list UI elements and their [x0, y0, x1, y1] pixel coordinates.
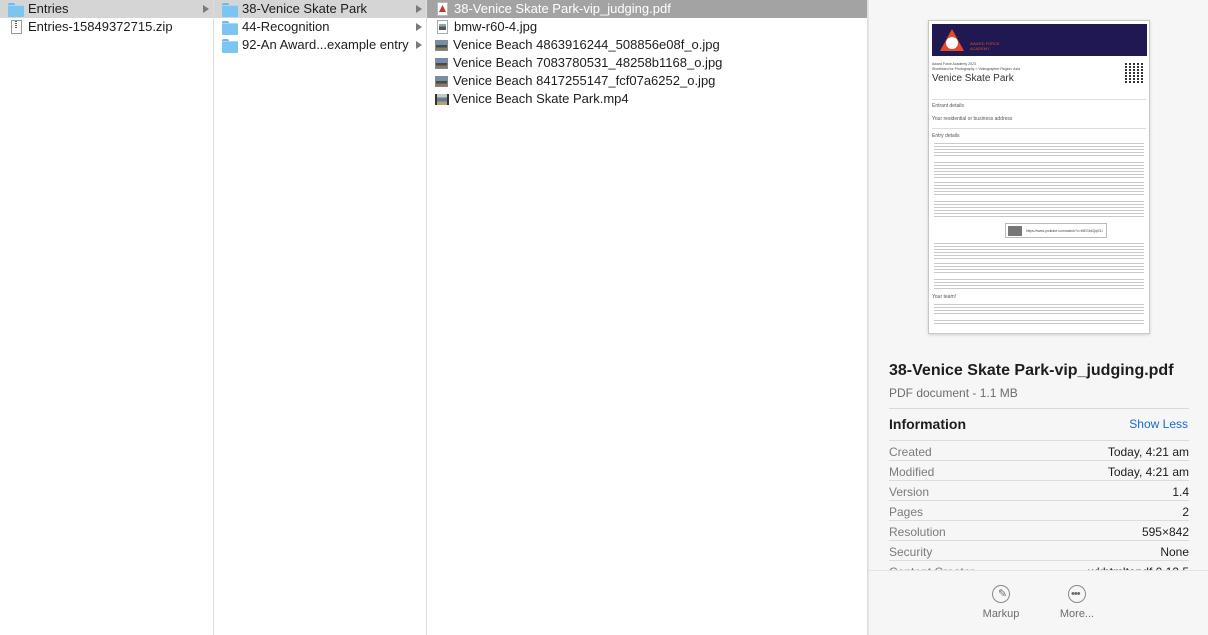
file-title: 38-Venice Skate Park-vip_judging.pdf: [889, 362, 1174, 379]
file-subtitle: PDF document - 1.1 MB: [889, 386, 1018, 400]
markup-button[interactable]: ✎ Markup: [971, 585, 1031, 620]
column-root: Entries Entries-15849372715.zip: [0, 0, 214, 635]
logo-inner: [946, 37, 958, 49]
thumbnail-divider: [932, 128, 1146, 129]
thumbnail-address-label: Your residential or business address: [932, 116, 1013, 122]
image-thumbnail-icon: [435, 57, 448, 69]
meta-key: Resolution: [889, 525, 946, 539]
jpg-file-icon: [437, 20, 448, 34]
thumbnail-text-block: [934, 304, 1144, 316]
meta-key: Version: [889, 485, 930, 499]
thumbnail-doc-title: Venice Skate Park: [932, 73, 1014, 84]
row-recognition-folder[interactable]: 44-Recognition: [214, 18, 426, 36]
zip-file-icon: [11, 20, 22, 34]
row-award-example-folder[interactable]: 92-An Award...example entry: [214, 36, 426, 54]
column-entries: 38-Venice Skate Park 44-Recognition 92-A…: [214, 0, 427, 635]
thumbnail-brand: AWARD FORCE ACADEMY: [970, 41, 1000, 51]
meta-value: Today, 4:21 am: [1107, 465, 1189, 479]
thumbnail-text-block: [934, 143, 1144, 157]
row-label: 38-Venice Skate Park: [242, 1, 368, 16]
row-image-file[interactable]: Venice Beach 7083780531_48258b1168_o.jpg: [427, 54, 867, 72]
divider: [889, 408, 1189, 409]
thumbnail-text-block: [934, 162, 1144, 178]
pdf-thumbnail[interactable]: AWARD FORCE ACADEMY Award Force Academy …: [928, 20, 1150, 334]
meta-value: None: [1160, 545, 1189, 559]
folder-icon: [222, 2, 238, 17]
row-label: Venice Beach 8417255147_fcf07a6252_o.jpg: [453, 73, 716, 88]
meta-row-resolution: Resolution 595×842: [889, 520, 1189, 540]
row-label: 44-Recognition: [242, 19, 330, 34]
meta-key: Modified: [889, 465, 935, 479]
thumbnail-section-entrant: Entrant details: [932, 103, 964, 109]
meta-row-created: Created Today, 4:21 am: [889, 440, 1189, 460]
row-label: 38-Venice Skate Park-vip_judging.pdf: [454, 1, 671, 16]
thumbnail-banner: AWARD FORCE ACADEMY: [932, 24, 1147, 56]
thumbnail-meta-2: Shortlisted for Photography > Videograph…: [932, 67, 1020, 71]
row-label: Entries-15849372715.zip: [28, 19, 173, 34]
meta-key: Security: [889, 545, 933, 559]
meta-row-security: Security None: [889, 540, 1189, 560]
video-thumbnail-icon: [1008, 226, 1022, 236]
row-image-file[interactable]: Venice Beach 4863916244_508856e08f_o.jpg: [427, 36, 867, 54]
column-files: 38-Venice Skate Park-vip_judging.pdf bmw…: [427, 0, 868, 635]
more-ellipsis-icon: •••: [1068, 585, 1086, 603]
row-label: Venice Beach 7083780531_48258b1168_o.jpg: [453, 55, 723, 70]
row-entries-folder[interactable]: Entries: [0, 0, 213, 18]
thumbnail-text-block: [934, 243, 1144, 259]
thumbnail-divider: [932, 99, 1146, 100]
folder-icon: [8, 2, 24, 17]
information-heading: Information: [889, 416, 966, 432]
chevron-right-icon: [416, 23, 422, 31]
meta-row-version: Version 1.4: [889, 480, 1189, 500]
preview-pane: AWARD FORCE ACADEMY Award Force Academy …: [868, 0, 1208, 635]
qr-code-icon: [1125, 63, 1145, 83]
meta-key: Created: [889, 445, 932, 459]
meta-value: Today, 4:21 am: [1107, 445, 1189, 459]
meta-value: 2: [1182, 505, 1189, 519]
thumbnail-text-block: [934, 263, 1144, 275]
meta-value: 595×842: [1141, 525, 1189, 539]
thumbnail-video-link: https://www.youtube.com/watch?v=MEGb4QqS…: [1026, 229, 1103, 233]
more-button[interactable]: ••• More...: [1047, 585, 1107, 620]
chevron-right-icon: [203, 5, 209, 13]
image-thumbnail-icon: [435, 39, 448, 51]
row-pdf-file[interactable]: 38-Venice Skate Park-vip_judging.pdf: [427, 0, 867, 18]
thumbnail-text-block: [934, 201, 1144, 219]
row-image-file[interactable]: Venice Beach 8417255147_fcf07a6252_o.jpg: [427, 72, 867, 90]
meta-value: 1.4: [1172, 485, 1189, 499]
thumbnail-meta-1: Award Force Academy 2023: [932, 62, 976, 66]
row-label: bmw-r60-4.jpg: [454, 19, 538, 34]
video-file-icon: [435, 93, 449, 105]
row-video-file[interactable]: Venice Beach Skate Park.mp4: [427, 90, 867, 108]
show-less-link[interactable]: Show Less: [1129, 417, 1188, 431]
preview-actions-bar: ✎ Markup ••• More...: [869, 570, 1208, 635]
more-label: More...: [1059, 608, 1095, 620]
thumbnail-text-block: [934, 320, 1144, 324]
thumbnail-video-box: https://www.youtube.com/watch?v=MEGb4QqS…: [1005, 223, 1107, 238]
folder-icon: [222, 38, 238, 53]
meta-key: Pages: [889, 505, 924, 519]
thumbnail-section-entry: Entry details: [932, 133, 960, 139]
image-thumbnail-icon: [435, 75, 448, 87]
pdf-file-icon: [437, 2, 448, 16]
row-jpg-file[interactable]: bmw-r60-4.jpg: [427, 18, 867, 36]
meta-row-modified: Modified Today, 4:21 am: [889, 460, 1189, 480]
thumbnail-text-block: [934, 279, 1144, 289]
thumbnail-text-block: [934, 182, 1144, 196]
folder-icon: [222, 20, 238, 35]
row-label: Venice Beach 4863916244_508856e08f_o.jpg: [453, 37, 720, 52]
row-venice-skate-park-folder[interactable]: 38-Venice Skate Park: [214, 0, 426, 18]
row-label: Entries: [28, 1, 69, 16]
meta-row-pages: Pages 2: [889, 500, 1189, 520]
row-label: 92-An Award...example entry: [242, 37, 409, 52]
chevron-right-icon: [416, 5, 422, 13]
markup-pen-icon: ✎: [992, 585, 1010, 603]
thumbnail-section-team: Your team!: [932, 294, 956, 300]
chevron-right-icon: [416, 41, 422, 49]
markup-label: Markup: [982, 608, 1020, 620]
row-label: Venice Beach Skate Park.mp4: [453, 91, 629, 106]
row-zip-file[interactable]: Entries-15849372715.zip: [0, 18, 213, 36]
